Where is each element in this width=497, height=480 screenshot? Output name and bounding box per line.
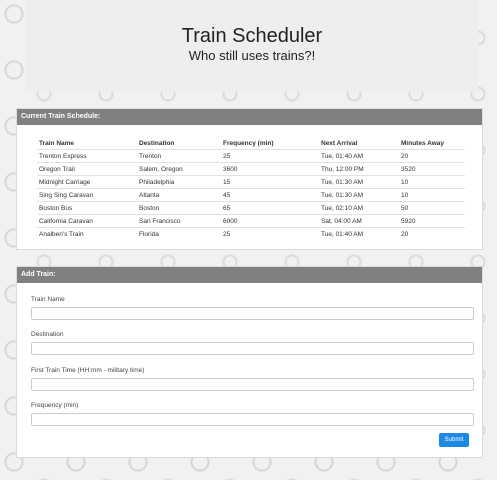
column-header-frequency: Frequency (min) [223, 139, 274, 147]
column-header-destination: Destination [139, 139, 175, 147]
first-train-time-input[interactable] [31, 378, 474, 391]
cell-destination: Boston [137, 201, 221, 215]
cell-next-arrival: Sat, 04:00 AM [319, 214, 399, 228]
cell-next-arrival: Tue, 01:40 AM [319, 149, 399, 163]
add-train-panel: Add Train: Train Name Destination First … [16, 266, 483, 458]
submit-button[interactable]: Submit [439, 433, 469, 447]
cell-next-arrival: Tue, 01:40 AM [319, 227, 399, 240]
cell-train-name: Boston Bus [37, 201, 137, 215]
cell-frequency: 3600 [221, 162, 319, 176]
column-header-train-name: Train Name [39, 139, 75, 147]
cell-train-name: Analben's Train [37, 227, 137, 240]
cell-minutes-away: 10 [399, 175, 465, 189]
cell-train-name: Oregon Trail [37, 162, 137, 176]
table-row: Trenton Express Trenton 25 Tue, 01:40 AM… [37, 149, 465, 163]
cell-train-name: Sing Sing Caravan [37, 188, 137, 202]
cell-minutes-away: 5920 [399, 214, 465, 228]
table-row: Analben's Train Florida 25 Tue, 01:40 AM… [37, 227, 465, 240]
cell-train-name: Midnight Carriage [37, 175, 137, 189]
table-header-row: Train Name Destination Frequency (min) N… [37, 137, 465, 150]
column-header-next-arrival: Next Arrival [321, 139, 358, 147]
cell-minutes-away: 20 [399, 227, 465, 240]
cell-destination: Philadelphia [137, 175, 221, 189]
frequency-label: Frequency (min) [31, 402, 79, 409]
table-row: Sing Sing Caravan Atlanta 45 Tue, 01:30 … [37, 188, 465, 202]
cell-frequency: 6000 [221, 214, 319, 228]
train-name-input[interactable] [31, 307, 474, 320]
cell-next-arrival: Tue, 01:30 AM [319, 188, 399, 202]
column-header-minutes-away: Minutes Away [401, 139, 444, 147]
cell-next-arrival: Thu, 12:00 PM [319, 162, 399, 176]
header-jumbotron: Train Scheduler Who still uses trains?! [26, 0, 478, 92]
cell-frequency: 15 [221, 175, 319, 189]
cell-frequency: 25 [221, 149, 319, 163]
cell-frequency: 25 [221, 227, 319, 240]
add-train-panel-heading: Add Train: [17, 267, 482, 283]
cell-frequency: 45 [221, 188, 319, 202]
cell-minutes-away: 50 [399, 201, 465, 215]
table-row: Boston Bus Boston 65 Tue, 02:10 AM 50 [37, 201, 465, 215]
train-name-label: Train Name [31, 296, 65, 303]
cell-train-name: Trenton Express [37, 149, 137, 163]
page-title: Train Scheduler [181, 25, 323, 47]
cell-next-arrival: Tue, 02:10 AM [319, 201, 399, 215]
cell-destination: Atlanta [137, 188, 221, 202]
destination-label: Destination [31, 331, 64, 338]
cell-minutes-away: 3520 [399, 162, 465, 176]
table-row: California Caravan San Francisco 6000 Sa… [37, 214, 465, 228]
table-row: Midnight Carriage Philadelphia 15 Tue, 0… [37, 175, 465, 189]
cell-train-name: California Caravan [37, 214, 137, 228]
cell-minutes-away: 10 [399, 188, 465, 202]
page-subtitle: Who still uses trains?! [188, 48, 316, 63]
cell-destination: Salem, Oregon [137, 162, 221, 176]
schedule-table: Train Name Destination Frequency (min) N… [37, 137, 465, 240]
first-train-time-label: First Train Time (HH:mm - military time) [31, 367, 145, 374]
cell-frequency: 65 [221, 201, 319, 215]
destination-input[interactable] [31, 342, 474, 355]
table-row: Oregon Trail Salem, Oregon 3600 Thu, 12:… [37, 162, 465, 176]
schedule-panel: Current Train Schedule: Train Name Desti… [16, 108, 483, 250]
cell-destination: Trenton [137, 149, 221, 163]
frequency-input[interactable] [31, 413, 474, 426]
schedule-panel-heading: Current Train Schedule: [17, 109, 482, 125]
cell-minutes-away: 20 [399, 149, 465, 163]
cell-destination: San Francisco [137, 214, 221, 228]
cell-next-arrival: Tue, 01:30 AM [319, 175, 399, 189]
cell-destination: Florida [137, 227, 221, 240]
